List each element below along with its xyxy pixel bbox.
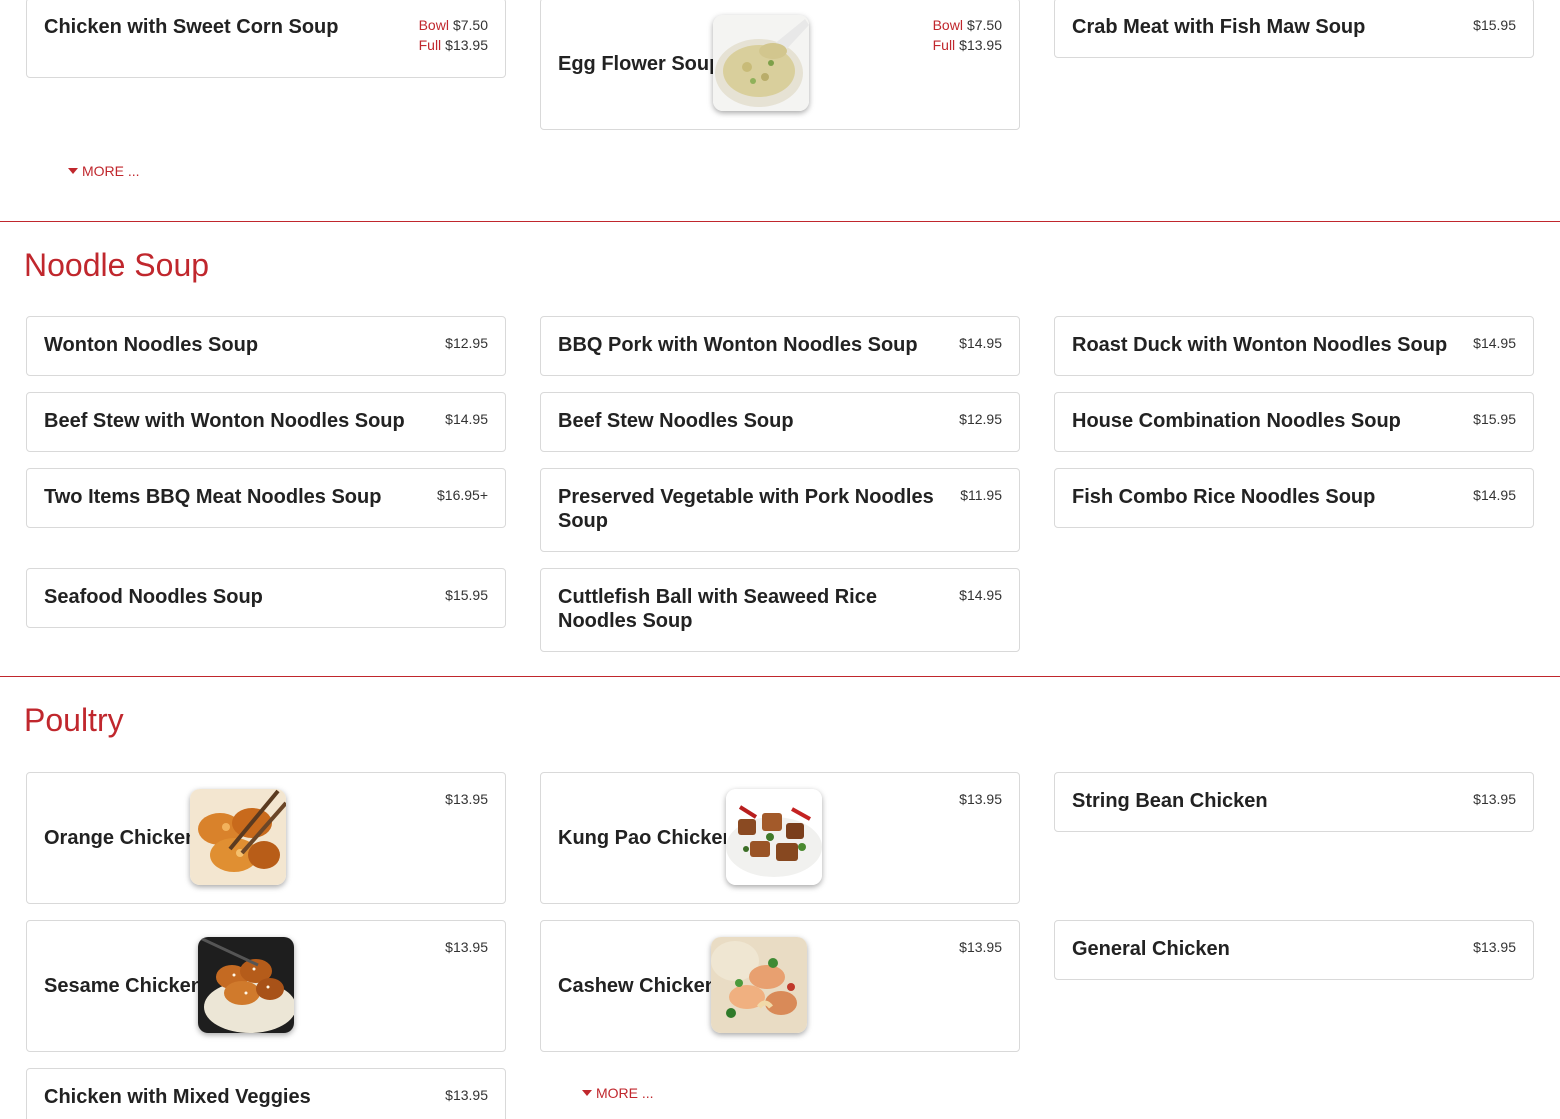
menu-item-name: Chicken with Sweet Corn Soup: [44, 16, 339, 38]
menu-item-card[interactable]: Crab Meat with Fish Maw Soup $15.95: [1054, 0, 1534, 58]
menu-item-card[interactable]: Cashew Chicken $13.95: [540, 920, 1020, 1052]
section-title-poultry: Poultry: [24, 702, 124, 738]
section-divider: [0, 676, 1560, 677]
menu-item-price: $14.95: [1473, 487, 1516, 503]
menu-item-card[interactable]: BBQ Pork with Wonton Noodles Soup $14.95: [540, 316, 1020, 376]
menu-item-price: $14.95: [959, 335, 1002, 351]
price-size-label: Full: [418, 37, 442, 53]
more-label: MORE ...: [82, 163, 140, 179]
menu-item-price: $13.95: [445, 939, 488, 955]
menu-item-card[interactable]: Beef Stew with Wonton Noodles Soup $14.9…: [26, 392, 506, 452]
menu-item-name: Sesame Chicken: [44, 975, 203, 997]
menu-item-card[interactable]: Kung Pao Chicken $13.95: [540, 772, 1020, 904]
menu-item-price: $13.95: [445, 791, 488, 807]
menu-item-card[interactable]: Roast Duck with Wonton Noodles Soup $14.…: [1054, 316, 1534, 376]
price-value: $13.95: [445, 37, 488, 53]
menu-item-name: Egg Flower Soup: [558, 53, 722, 75]
sesame-chicken-photo: [198, 937, 294, 1033]
menu-item-card[interactable]: General Chicken $13.95: [1054, 920, 1534, 980]
menu-item-card[interactable]: Seafood Noodles Soup $15.95: [26, 568, 506, 628]
menu-item-name: Two Items BBQ Meat Noodles Soup: [44, 486, 382, 508]
kung-pao-chicken-photo: [726, 789, 822, 885]
menu-item-card[interactable]: Beef Stew Noodles Soup $12.95: [540, 392, 1020, 452]
menu-item-name: Wonton Noodles Soup: [44, 334, 259, 356]
price-value: $7.50: [452, 17, 488, 33]
section-title-noodle-soup: Noodle Soup: [24, 247, 210, 283]
menu-item-price: $15.95: [445, 587, 488, 603]
menu-item-card[interactable]: Egg Flower Soup Bowl $7.50 Full $13.95: [540, 0, 1020, 130]
more-label: MORE ...: [596, 1085, 654, 1101]
menu-item-name: String Bean Chicken: [1072, 790, 1268, 812]
menu-item-card[interactable]: Wonton Noodles Soup $12.95: [26, 316, 506, 376]
menu-item-price: $15.95: [1473, 17, 1516, 33]
menu-item-name: General Chicken: [1072, 938, 1230, 960]
menu-item-price: Bowl $7.50 Full $13.95: [933, 15, 1002, 55]
menu-item-price: $13.95: [959, 939, 1002, 955]
cashew-chicken-photo: [711, 937, 807, 1033]
egg-flower-soup-photo: [713, 15, 809, 111]
menu-item-name: Crab Meat with Fish Maw Soup: [1072, 16, 1366, 38]
price-size-label: Bowl: [932, 17, 963, 33]
more-button[interactable]: MORE ...: [582, 1084, 654, 1102]
caret-down-icon: [68, 168, 78, 174]
price-value: $13.95: [959, 37, 1002, 53]
menu-item-card[interactable]: Orange Chicken $13.95: [26, 772, 506, 904]
menu-item-name: Beef Stew Noodles Soup: [558, 410, 794, 432]
menu-item-card[interactable]: Two Items BBQ Meat Noodles Soup $16.95+: [26, 468, 506, 528]
menu-item-card[interactable]: Cuttlefish Ball with Seaweed Rice Noodle…: [540, 568, 1020, 652]
menu-item-name: Fish Combo Rice Noodles Soup: [1072, 486, 1376, 508]
menu-item-card[interactable]: Sesame Chicken $13.95: [26, 920, 506, 1052]
menu-item-name: Beef Stew with Wonton Noodles Soup: [44, 410, 405, 432]
menu-item-name: Preserved Vegetable with Pork Noodles So…: [558, 486, 934, 532]
caret-down-icon: [582, 1090, 592, 1096]
menu-item-card[interactable]: Chicken with Mixed Veggies $13.95: [26, 1068, 506, 1119]
menu-item-name: House Combination Noodles Soup: [1072, 410, 1401, 432]
section-divider: [0, 221, 1560, 222]
menu-item-card[interactable]: Preserved Vegetable with Pork Noodles So…: [540, 468, 1020, 552]
menu-item-price: $15.95: [1473, 411, 1516, 427]
menu-item-name: Cashew Chicken: [558, 975, 717, 997]
menu-item-name: Seafood Noodles Soup: [44, 586, 263, 608]
menu-item-price: $14.95: [445, 411, 488, 427]
menu-item-card[interactable]: Fish Combo Rice Noodles Soup $14.95: [1054, 468, 1534, 528]
more-button[interactable]: MORE ...: [68, 162, 140, 180]
menu-item-price: $13.95: [445, 1087, 488, 1103]
menu-item-name: Orange Chicken: [44, 827, 198, 849]
menu-item-price: $12.95: [445, 335, 488, 351]
menu-item-card[interactable]: Chicken with Sweet Corn Soup Bowl $7.50 F…: [26, 0, 506, 78]
menu-item-name: BBQ Pork with Wonton Noodles Soup: [558, 334, 918, 356]
menu-item-name: Chicken with Mixed Veggies: [44, 1086, 311, 1108]
menu-item-name: Kung Pao Chicken: [558, 827, 735, 849]
price-value: $7.50: [966, 17, 1002, 33]
menu-item-price: $14.95: [959, 587, 1002, 603]
menu-item-name: Roast Duck with Wonton Noodles Soup: [1072, 334, 1448, 356]
menu-item-price: $13.95: [1473, 791, 1516, 807]
menu-item-price: $16.95+: [437, 487, 488, 503]
menu-item-name: Cuttlefish Ball with Seaweed Rice Noodle…: [558, 586, 877, 632]
price-size-label: Bowl: [418, 17, 449, 33]
menu-item-price: $13.95: [959, 791, 1002, 807]
menu-item-card[interactable]: House Combination Noodles Soup $15.95: [1054, 392, 1534, 452]
orange-chicken-photo: [190, 789, 286, 885]
menu-item-price: $13.95: [1473, 939, 1516, 955]
price-size-label: Full: [932, 37, 956, 53]
menu-item-price: $12.95: [959, 411, 1002, 427]
menu-item-price: $11.95: [960, 487, 1002, 503]
menu-item-card[interactable]: String Bean Chicken $13.95: [1054, 772, 1534, 832]
menu-item-price: $14.95: [1473, 335, 1516, 351]
menu-item-price: Bowl $7.50 Full $13.95: [419, 15, 488, 55]
